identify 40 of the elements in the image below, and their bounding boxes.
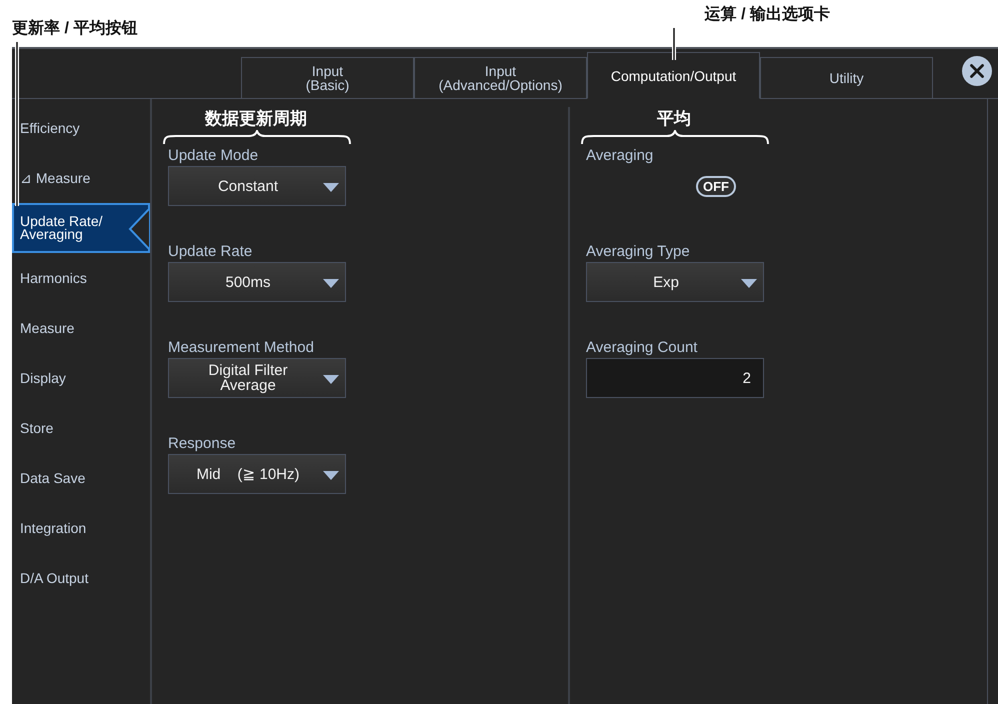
caret-icon bbox=[323, 183, 339, 193]
dropdown[interactable]: Mid (≧ 10Hz) bbox=[168, 454, 346, 494]
sidebar-item[interactable]: Integration bbox=[12, 503, 150, 553]
caret-icon bbox=[323, 471, 339, 481]
sidebar-item[interactable]: ⊿ Measure bbox=[12, 153, 150, 203]
dropdown[interactable]: Exp bbox=[586, 262, 764, 302]
leader-line bbox=[672, 28, 676, 60]
sidebar-item[interactable]: D/A Output bbox=[12, 553, 150, 603]
notch-icon bbox=[128, 209, 150, 249]
callout-label: 更新率 / 平均按钮 bbox=[12, 18, 138, 39]
sidebar-item[interactable]: Store bbox=[12, 403, 150, 453]
field-label: Update Mode bbox=[168, 146, 258, 166]
close-button[interactable] bbox=[962, 56, 992, 86]
field-label: Response bbox=[168, 434, 236, 454]
field-label: Averaging bbox=[586, 146, 654, 166]
tab[interactable]: Computation/Output bbox=[587, 52, 760, 99]
field-label: Averaging Type bbox=[586, 242, 690, 262]
field-label: Update Rate bbox=[168, 242, 252, 262]
section-heading: 数据更新周期 bbox=[204, 108, 308, 130]
callout-label: 运算 / 输出选项卡 bbox=[704, 4, 830, 25]
dropdown[interactable]: 500ms bbox=[168, 262, 346, 302]
tab[interactable]: Input (Basic) bbox=[241, 57, 414, 98]
section-heading: 平均 bbox=[656, 108, 692, 130]
sidebar-item[interactable]: Efficiency bbox=[12, 103, 150, 153]
sidebar-item[interactable]: Display bbox=[12, 353, 150, 403]
toggle-switch[interactable]: OFF bbox=[696, 176, 736, 197]
number-field[interactable]: 2 bbox=[586, 358, 764, 398]
sidebar-item[interactable]: Measure bbox=[12, 303, 150, 353]
dropdown[interactable]: Constant bbox=[168, 166, 346, 206]
sidebar-item[interactable]: Update Rate/ Averaging bbox=[12, 203, 150, 253]
caret-icon bbox=[323, 279, 339, 289]
tab[interactable]: Input (Advanced/Options) bbox=[414, 57, 587, 98]
caret-icon bbox=[323, 375, 339, 385]
field-label: Measurement Method bbox=[168, 338, 314, 358]
caret-icon bbox=[741, 279, 757, 289]
tab[interactable]: Utility bbox=[760, 57, 933, 98]
sidebar-item[interactable]: Harmonics bbox=[12, 253, 150, 303]
sidebar-item[interactable]: Data Save bbox=[12, 453, 150, 503]
dropdown[interactable]: Digital Filter Average bbox=[168, 358, 346, 398]
field-label: Averaging Count bbox=[586, 338, 698, 358]
